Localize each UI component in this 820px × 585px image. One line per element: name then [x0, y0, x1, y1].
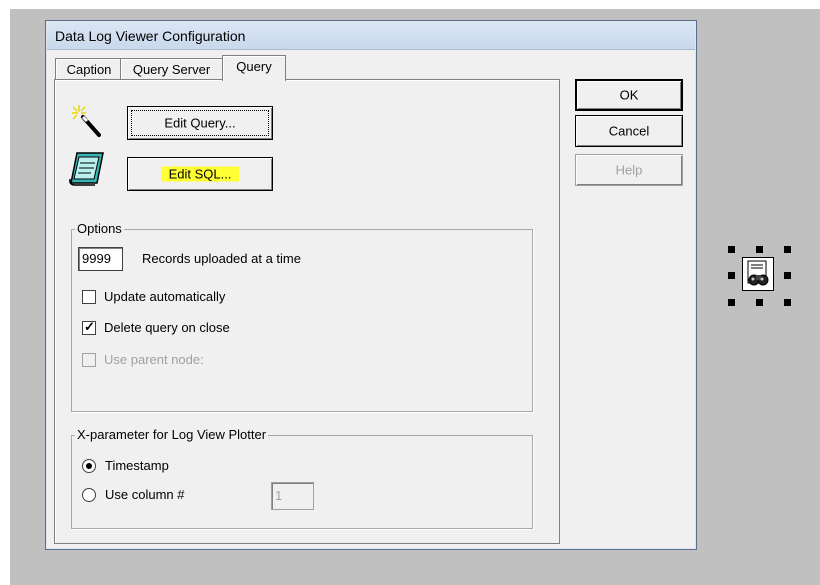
delete-query-label: Delete query on close — [104, 320, 230, 335]
update-automatically-label: Update automatically — [104, 289, 226, 304]
configuration-dialog: Data Log Viewer Configuration Caption Qu… — [45, 20, 697, 550]
title-bar[interactable]: Data Log Viewer Configuration — [47, 22, 695, 50]
radio-button — [82, 487, 96, 502]
column-number-input[interactable]: 1 — [271, 482, 314, 510]
help-button[interactable]: Help — [575, 154, 683, 186]
ok-button[interactable]: OK — [575, 79, 683, 111]
data-log-viewer-object-icon — [742, 257, 774, 291]
resize-handle[interactable] — [728, 272, 735, 279]
update-automatically-checkbox[interactable]: Update automatically — [82, 289, 225, 304]
use-column-label: Use column # — [105, 487, 185, 502]
resize-handle[interactable] — [728, 246, 735, 253]
records-input[interactable]: 9999 — [78, 247, 123, 271]
checkbox-box: ✓ — [82, 318, 96, 335]
radio-button — [82, 458, 96, 473]
use-parent-node-checkbox[interactable]: Use parent node: — [82, 352, 204, 367]
tab-query-server[interactable]: Query Server — [120, 58, 223, 81]
resize-handle[interactable] — [728, 299, 735, 306]
delete-query-checkbox[interactable]: ✓ Delete query on close — [82, 318, 230, 335]
selected-object[interactable] — [728, 246, 792, 306]
checkbox-box — [82, 289, 96, 304]
resize-handle[interactable] — [756, 246, 763, 253]
notepad-icon — [69, 152, 104, 186]
x-parameter-legend: X-parameter for Log View Plotter — [75, 427, 269, 442]
use-column-radio[interactable]: Use column # — [82, 487, 184, 502]
query-tab-panel: Edit Query... Edit SQL... Options 9999 R… — [54, 79, 560, 544]
resize-handle[interactable] — [784, 272, 791, 279]
resize-handle[interactable] — [784, 299, 791, 306]
edit-query-button[interactable]: Edit Query... — [127, 106, 273, 140]
timestamp-label: Timestamp — [105, 458, 169, 473]
use-parent-node-label: Use parent node: — [104, 352, 204, 367]
edit-sql-button[interactable]: Edit SQL... — [127, 157, 273, 191]
checkbox-box — [82, 352, 96, 367]
records-label: Records uploaded at a time — [142, 251, 301, 266]
resize-handle[interactable] — [784, 246, 791, 253]
edit-sql-highlight: Edit SQL... — [160, 166, 240, 182]
tab-query[interactable]: Query — [222, 55, 286, 81]
magic-wand-icon — [72, 105, 101, 137]
cancel-button[interactable]: Cancel — [575, 115, 683, 147]
tab-caption[interactable]: Caption — [55, 58, 123, 81]
options-legend: Options — [75, 221, 124, 236]
timestamp-radio[interactable]: Timestamp — [82, 458, 169, 473]
dialog-title: Data Log Viewer Configuration — [55, 28, 246, 44]
resize-handle[interactable] — [756, 299, 763, 306]
